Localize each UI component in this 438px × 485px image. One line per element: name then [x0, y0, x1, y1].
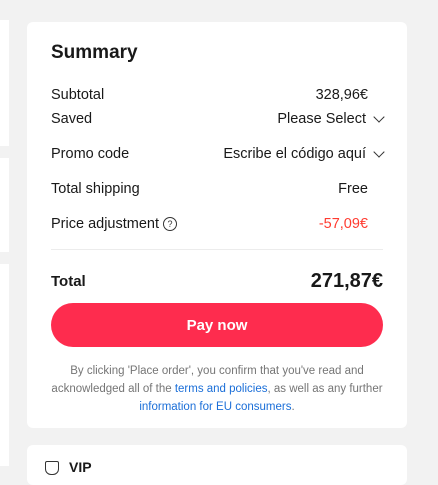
total-value: 271,87€ — [310, 269, 383, 292]
left-panel-edge-1 — [0, 20, 9, 146]
left-panel-edge-2 — [0, 158, 9, 252]
bottom-card: VIP — [27, 445, 407, 485]
promo-code-label: Promo code — [51, 146, 130, 162]
summary-divider — [51, 249, 383, 250]
saved-row: Saved Please Select — [51, 107, 385, 131]
total-shipping-value: Free — [338, 181, 368, 197]
pay-now-button[interactable]: Pay now — [51, 303, 383, 347]
subtotal-label: Subtotal — [51, 87, 105, 103]
summary-title: Summary — [51, 42, 138, 63]
promo-code-select[interactable]: Escribe el código aquí — [223, 146, 385, 162]
total-row: Total 271,87€ — [51, 266, 383, 296]
shield-icon — [45, 461, 59, 475]
saved-label: Saved — [51, 111, 93, 127]
order-summary-card: Summary Subtotal 328,96€ Saved Please Se… — [27, 22, 407, 428]
total-shipping-label: Total shipping — [51, 181, 140, 197]
price-adjustment-label: Price adjustment — [51, 216, 159, 232]
saved-select-value: Please Select — [277, 111, 366, 127]
promo-code-row: Promo code Escribe el código aquí — [51, 142, 385, 166]
subtotal-value: 328,96€ — [315, 87, 368, 103]
promo-code-value: Escribe el código aquí — [223, 146, 366, 162]
saved-select[interactable]: Please Select — [277, 111, 385, 127]
disclaimer-text-3: . — [291, 401, 295, 413]
chevron-down-icon — [373, 146, 385, 158]
eu-consumer-info-link[interactable]: information for EU consumers — [139, 401, 291, 413]
left-panel-edge-3 — [0, 264, 9, 466]
total-shipping-row: Total shipping Free — [51, 177, 383, 201]
price-adjustment-row: Price adjustment ? -57,09€ — [51, 212, 383, 236]
chevron-down-icon — [373, 111, 385, 123]
disclaimer-text-2: , as well as any further — [267, 383, 383, 395]
total-label: Total — [51, 272, 86, 290]
price-adjustment-label-group: Price adjustment ? — [51, 216, 177, 232]
terms-and-policies-link[interactable]: terms and policies — [175, 383, 268, 395]
subtotal-row: Subtotal 328,96€ — [51, 83, 383, 107]
bottom-card-title: VIP — [69, 459, 92, 475]
price-adjustment-value: -57,09€ — [318, 216, 368, 232]
help-circle-icon[interactable]: ? — [163, 217, 177, 231]
order-disclaimer: By clicking 'Place order', you confirm t… — [47, 362, 387, 416]
